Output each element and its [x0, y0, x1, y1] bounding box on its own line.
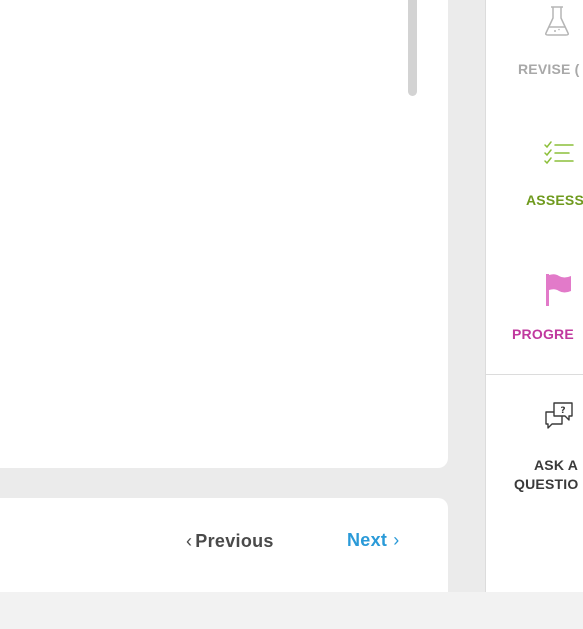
sidebar-divider: [485, 374, 583, 375]
sidebar-item-ask-question[interactable]: ? ASK A QUESTIO: [486, 385, 583, 505]
sidebar-item-progress[interactable]: PROGRE: [486, 260, 583, 360]
chevron-right-icon: ›: [393, 530, 400, 550]
content-panel: [0, 0, 448, 468]
sidebar-item-label: QUESTIO: [514, 476, 579, 492]
svg-text:?: ?: [560, 406, 565, 416]
page-footer: [0, 592, 583, 629]
sidebar-item-label: ASK A: [534, 457, 579, 473]
chevron-left-icon: ‹: [186, 531, 193, 551]
sidebar-item-assess[interactable]: ASSESS: [486, 130, 583, 230]
flask-icon: [545, 6, 569, 36]
previous-button[interactable]: ‹ Previous: [186, 531, 274, 552]
checklist-icon: [544, 141, 574, 165]
previous-label: Previous: [195, 531, 274, 551]
next-label: Next: [347, 530, 388, 550]
sidebar-item-label: PROGRE: [512, 326, 574, 342]
scrollbar-thumb[interactable]: [408, 0, 417, 96]
sidebar-item-revise[interactable]: REVISE (: [486, 0, 583, 100]
sidebar-item-label: ASSESS: [526, 192, 583, 208]
flag-icon: [546, 274, 571, 306]
sidebar-item-label: REVISE (: [518, 61, 580, 77]
sidebar: REVISE ( ASSESS PROGRE ? ASK A QUESTIO: [485, 0, 583, 592]
question-chat-icon: ?: [545, 402, 573, 429]
next-button[interactable]: Next ›: [347, 530, 400, 551]
